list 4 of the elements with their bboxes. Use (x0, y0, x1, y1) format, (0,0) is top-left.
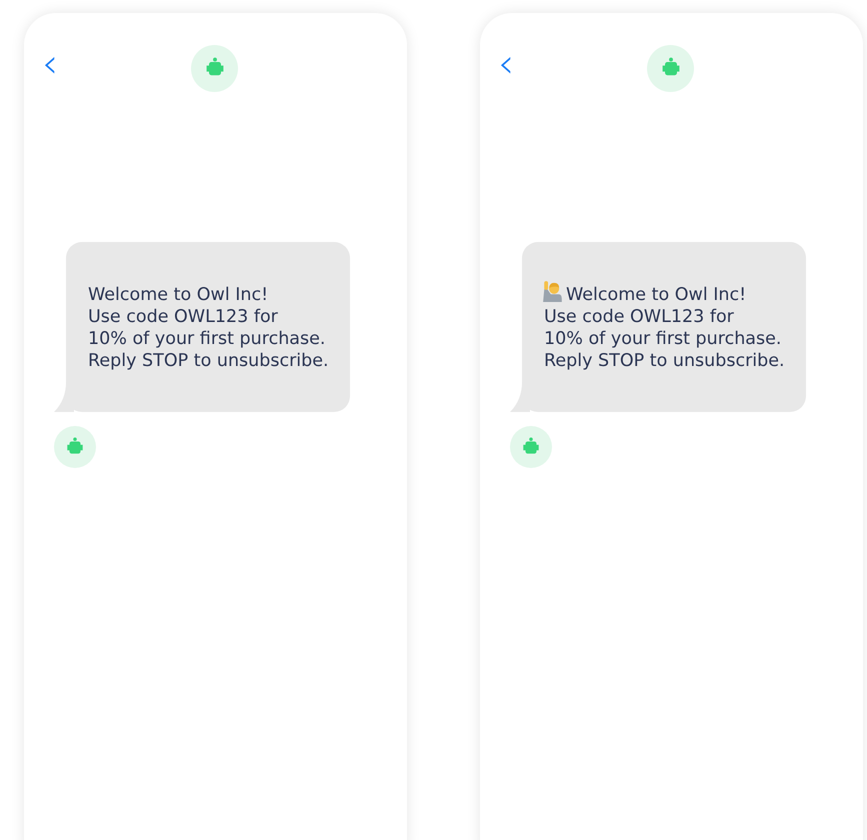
message-text: Welcome to Owl Inc! Use code OWL123 for 10% of your first purchase. Reply STOP to unsubscribe. (88, 284, 330, 372)
message-text: Welcome to Owl Inc! Use code OWL123 for 10% of your first purchase. Reply STOP to unsubscribe. (544, 284, 796, 372)
back-button[interactable]: ‹ (498, 44, 514, 92)
back-button[interactable]: ‹ (42, 44, 58, 92)
